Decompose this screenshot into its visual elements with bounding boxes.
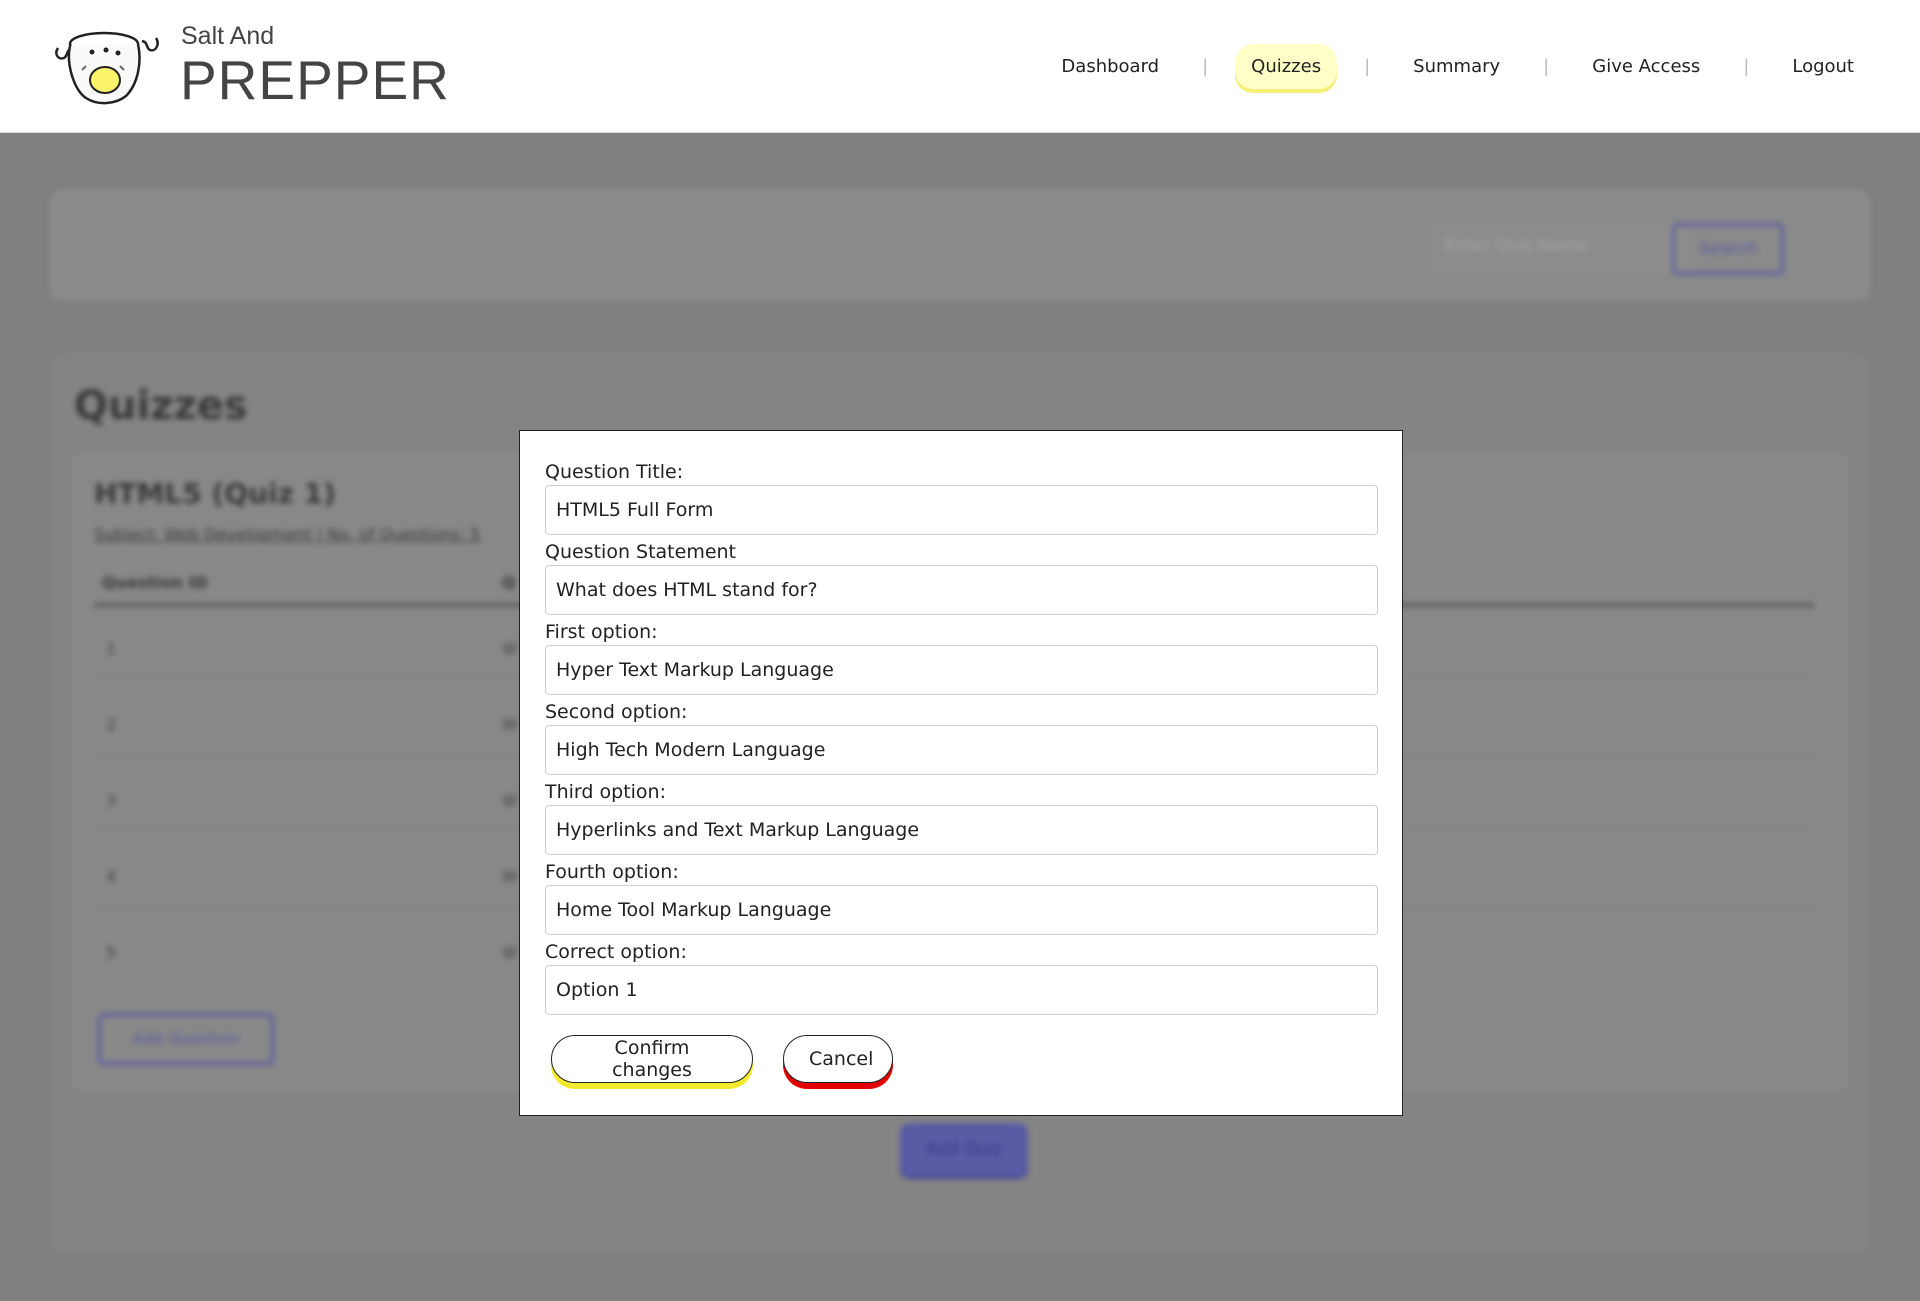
table-row-id: 5 xyxy=(106,943,117,962)
table-row-id: 3 xyxy=(106,791,117,810)
brand-name: PREPPER xyxy=(180,49,450,111)
quiz-meta: Subject: Web Development | No. of Questi… xyxy=(94,525,481,544)
edit-question-modal: Question Title: Question Statement First… xyxy=(519,430,1403,1116)
brand-tagline: Salt And xyxy=(181,22,275,50)
question-statement-label: Question Statement xyxy=(545,541,737,563)
table-row-question: W xyxy=(502,791,518,810)
add-quiz-button: Add Quiz xyxy=(900,1123,1028,1175)
fourth-option-label: Fourth option: xyxy=(545,861,679,883)
nav-give-access[interactable]: Give Access xyxy=(1576,44,1716,89)
second-option-input[interactable] xyxy=(545,725,1378,775)
top-navbar: Salt And PREPPER Dashboard | Quizzes | S… xyxy=(0,0,1920,133)
question-title-label: Question Title: xyxy=(545,461,684,483)
confirm-changes-button[interactable]: Confirm changes xyxy=(551,1035,753,1083)
nav-summary[interactable]: Summary xyxy=(1397,44,1516,89)
table-row-question: W xyxy=(502,639,518,658)
search-panel: Enter Quiz Name Search xyxy=(50,189,1870,301)
first-option-label: First option: xyxy=(545,621,658,643)
add-question-button: Add Question xyxy=(98,1013,274,1065)
correct-option-input[interactable] xyxy=(545,965,1378,1015)
nav-separator: | xyxy=(1743,55,1750,77)
third-option-label: Third option: xyxy=(545,781,666,803)
table-row-id: 1 xyxy=(106,639,117,658)
table-row-id: 4 xyxy=(106,867,117,886)
table-row-id: 2 xyxy=(106,715,117,734)
nav-separator: | xyxy=(1202,55,1209,77)
modal-actions: Confirm changes Cancel xyxy=(545,1035,1377,1083)
cancel-button[interactable]: Cancel xyxy=(783,1035,893,1083)
table-row-question: W xyxy=(502,943,518,962)
column-header-question: Q xyxy=(502,573,516,592)
nav-separator: | xyxy=(1364,55,1371,77)
nav-separator: | xyxy=(1543,55,1550,77)
salt-shaker-logo-icon xyxy=(55,31,159,105)
third-option-input[interactable] xyxy=(545,805,1378,855)
quizzes-heading: Quizzes xyxy=(74,383,248,429)
nav-logout[interactable]: Logout xyxy=(1776,44,1870,89)
nav-quizzes[interactable]: Quizzes xyxy=(1235,43,1338,89)
column-header-question-id: Question ID xyxy=(102,573,208,592)
question-statement-input[interactable] xyxy=(545,565,1378,615)
quiz-search-input: Enter Quiz Name xyxy=(1426,223,1694,273)
fourth-option-input[interactable] xyxy=(545,885,1378,935)
table-row-question: W xyxy=(502,715,518,734)
search-button: Search xyxy=(1672,223,1784,275)
nav-dashboard[interactable]: Dashboard xyxy=(1045,44,1175,89)
question-title-input[interactable] xyxy=(545,485,1378,535)
quiz-name: HTML5 (Quiz 1) xyxy=(94,477,336,510)
table-row-question: W xyxy=(502,867,518,886)
correct-option-label: Correct option: xyxy=(545,941,687,963)
first-option-input[interactable] xyxy=(545,645,1378,695)
second-option-label: Second option: xyxy=(545,701,688,723)
main-nav: Dashboard | Quizzes | Summary | Give Acc… xyxy=(1045,40,1920,92)
